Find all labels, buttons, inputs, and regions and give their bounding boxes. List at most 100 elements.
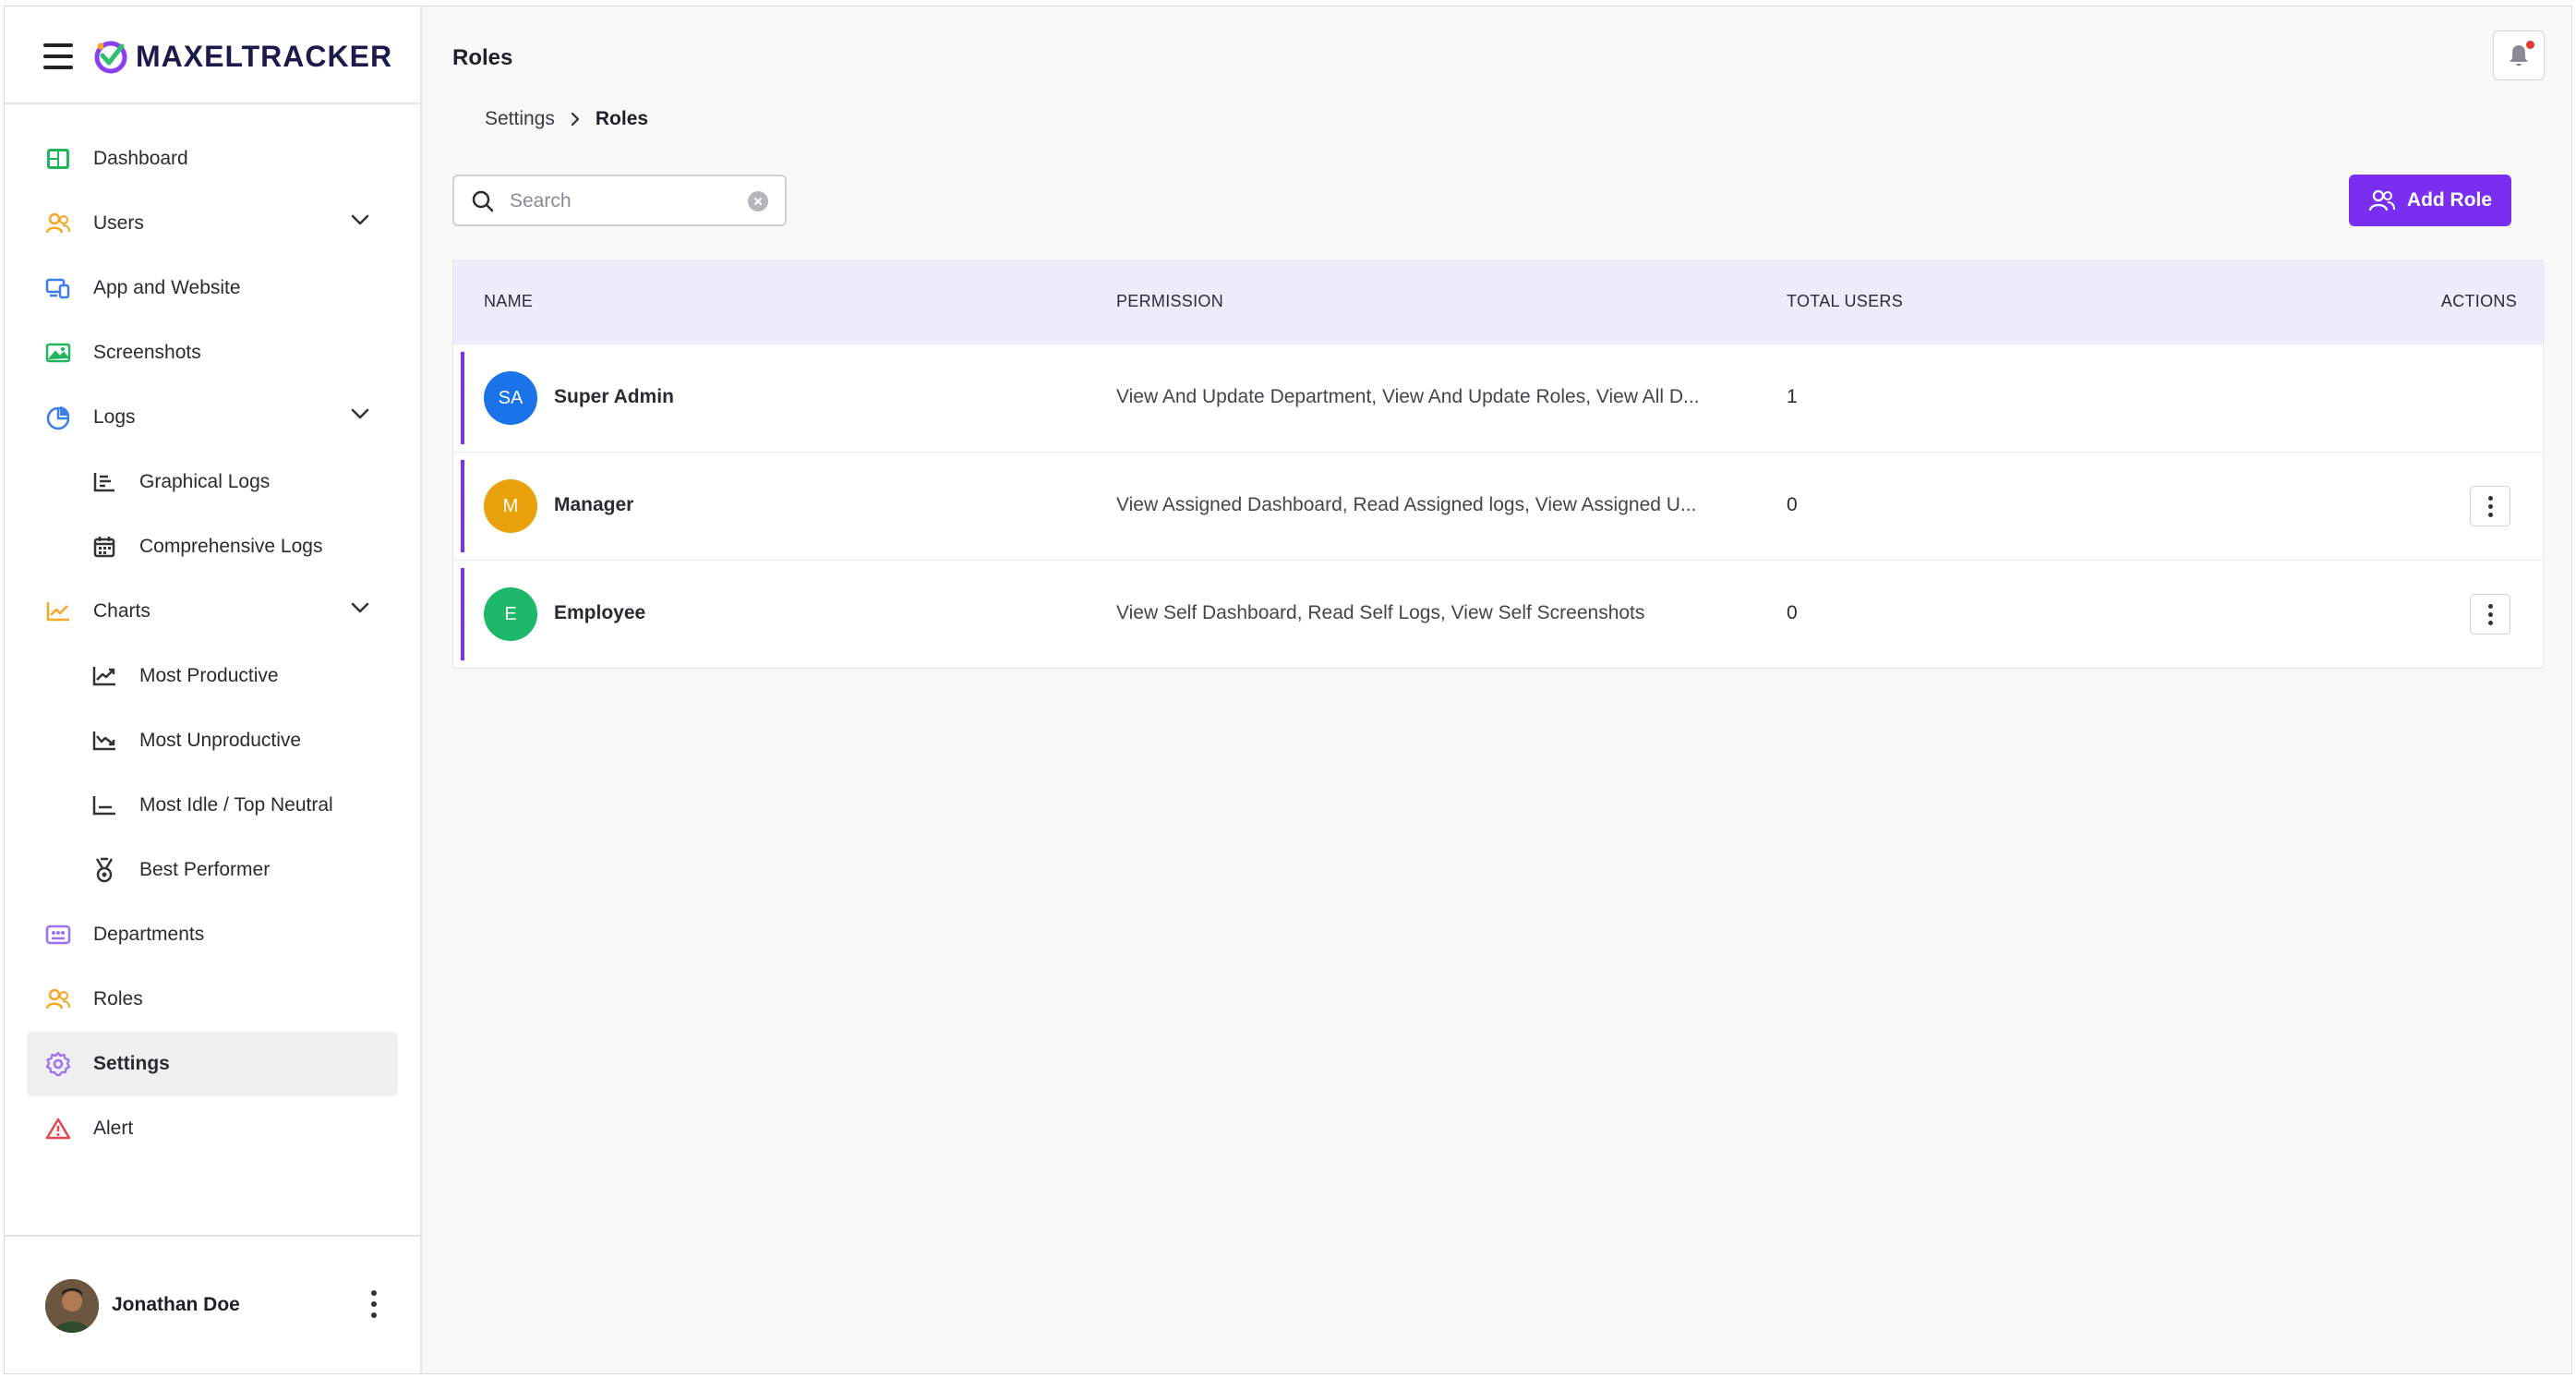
row-accent-bar — [461, 352, 464, 444]
column-header-name: NAME — [484, 292, 534, 310]
logo-text: MAXELTRACKER — [136, 39, 393, 73]
add-role-button[interactable]: Add Role — [2349, 175, 2511, 226]
dashboard-icon — [43, 144, 73, 174]
chevron-down-icon[interactable] — [350, 213, 370, 226]
roles-table: NAME PERMISSION TOTAL USERS ACTIONS SA S… — [452, 260, 2544, 669]
role-avatar: M — [484, 479, 537, 533]
sidebar-item-label: Most Idle / Top Neutral — [139, 794, 333, 816]
role-permissions: View Self Dashboard, Read Self Logs, Vie… — [1116, 602, 1645, 623]
sidebar-footer: Jonathan Doe — [5, 1235, 420, 1373]
table-header: NAME PERMISSION TOTAL USERS ACTIONS — [453, 260, 2543, 344]
sidebar-item-most-unproductive[interactable]: Most Unproductive — [5, 708, 420, 773]
image-icon — [43, 338, 73, 368]
breadcrumb: Settings Roles — [485, 108, 648, 130]
row-actions-button[interactable] — [2470, 594, 2510, 635]
add-users-icon — [2368, 189, 2395, 212]
sidebar-item-comprehensive-logs[interactable]: Comprehensive Logs — [5, 514, 420, 579]
flat-line-chart-icon — [90, 791, 119, 820]
chevron-right-icon — [570, 111, 581, 127]
sidebar-item-screenshots[interactable]: Screenshots — [5, 320, 420, 385]
medal-icon — [90, 855, 119, 885]
sidebar-item-app-and-website[interactable]: App and Website — [5, 256, 420, 320]
row-actions-button[interactable] — [2470, 486, 2510, 526]
sidebar-item-label: Logs — [93, 406, 136, 428]
role-total-users: 1 — [1787, 386, 1798, 407]
devices-icon — [43, 273, 73, 303]
notifications-button[interactable] — [2493, 30, 2545, 80]
breadcrumb-current: Roles — [595, 108, 649, 129]
search-icon — [472, 190, 494, 212]
chevron-down-icon[interactable] — [350, 601, 370, 614]
sidebar-item-roles[interactable]: Roles — [5, 967, 420, 1032]
sidebar-item-label: Users — [93, 212, 144, 234]
app-logo[interactable]: MAXELTRACKER — [93, 36, 392, 77]
calendar-icon — [90, 532, 119, 562]
sidebar-item-label: Charts — [93, 600, 150, 622]
table-row[interactable]: SA Super Admin View And Update Departmen… — [453, 344, 2543, 452]
sidebar-item-label: Settings — [93, 1053, 170, 1074]
warning-icon — [43, 1114, 73, 1143]
pie-chart-icon — [43, 403, 73, 432]
table-row[interactable]: E Employee View Self Dashboard, Read Sel… — [453, 560, 2543, 668]
sidebar-item-most-idle[interactable]: Most Idle / Top Neutral — [5, 773, 420, 838]
search-box — [452, 175, 787, 226]
hamburger-menu-icon[interactable] — [43, 43, 73, 69]
role-avatar: SA — [484, 371, 537, 425]
bar-chart-icon — [90, 467, 119, 497]
sidebar-item-graphical-logs[interactable]: Graphical Logs — [5, 450, 420, 514]
role-name: Manager — [554, 494, 634, 515]
sidebar-item-alert[interactable]: Alert — [5, 1096, 420, 1161]
sidebar-item-users[interactable]: Users — [5, 191, 420, 256]
sidebar-item-logs[interactable]: Logs — [5, 385, 420, 450]
sidebar-item-best-performer[interactable]: Best Performer — [5, 838, 420, 902]
sidebar-item-departments[interactable]: Departments — [5, 902, 420, 967]
sidebar-item-most-productive[interactable]: Most Productive — [5, 644, 420, 708]
role-name: Employee — [554, 602, 646, 623]
sidebar-item-dashboard[interactable]: Dashboard — [5, 127, 420, 191]
chevron-down-icon[interactable] — [350, 407, 370, 420]
role-avatar: E — [484, 587, 537, 641]
avatar[interactable] — [45, 1279, 99, 1333]
notification-dot — [2526, 41, 2534, 49]
sidebar-item-label: Roles — [93, 988, 143, 1009]
user-name: Jonathan Doe — [112, 1294, 240, 1315]
sidebar-item-label: App and Website — [93, 277, 241, 298]
sidebar-item-label: Alert — [93, 1118, 134, 1139]
sidebar-item-label: Comprehensive Logs — [139, 536, 323, 557]
sidebar-item-label: Most Productive — [139, 665, 279, 686]
sidebar-header: MAXELTRACKER — [5, 6, 420, 104]
gear-icon — [43, 1049, 73, 1079]
role-permissions: View And Update Department, View And Upd… — [1116, 386, 1700, 407]
role-name: Super Admin — [554, 386, 674, 407]
page-title: Roles — [452, 45, 513, 70]
sidebar-item-settings[interactable]: Settings — [27, 1032, 398, 1096]
role-total-users: 0 — [1787, 602, 1798, 623]
column-header-total-users: TOTAL USERS — [1787, 292, 1903, 310]
sidebar: MAXELTRACKER Dashboard Users App and Web… — [5, 6, 422, 1373]
sidebar-item-label: Screenshots — [93, 342, 201, 363]
user-menu-icon[interactable] — [365, 1290, 383, 1324]
role-total-users: 0 — [1787, 494, 1798, 515]
departments-icon — [43, 920, 73, 949]
breadcrumb-settings[interactable]: Settings — [485, 108, 555, 130]
search-input[interactable] — [508, 186, 742, 217]
line-chart-icon — [43, 597, 73, 626]
users-icon — [43, 209, 73, 238]
logo-mark-icon — [94, 41, 127, 74]
trending-up-icon — [90, 661, 119, 691]
table-row[interactable]: M Manager View Assigned Dashboard, Read … — [453, 452, 2543, 560]
users-icon — [43, 985, 73, 1014]
clear-icon[interactable] — [748, 191, 768, 212]
row-accent-bar — [461, 460, 464, 552]
trending-down-icon — [90, 726, 119, 755]
column-header-permission: PERMISSION — [1116, 292, 1224, 310]
sidebar-item-charts[interactable]: Charts — [5, 579, 420, 644]
sidebar-item-label: Departments — [93, 924, 205, 945]
sidebar-item-label: Graphical Logs — [139, 471, 271, 492]
sidebar-item-label: Best Performer — [139, 859, 271, 880]
main-content: Roles Settings Roles Add Role NAME PERMI… — [422, 6, 2570, 1373]
column-header-actions: ACTIONS — [2440, 292, 2517, 310]
sidebar-item-label: Dashboard — [93, 148, 188, 169]
role-permissions: View Assigned Dashboard, Read Assigned l… — [1116, 494, 1697, 515]
sidebar-nav: Dashboard Users App and Website Screensh… — [5, 127, 420, 1161]
